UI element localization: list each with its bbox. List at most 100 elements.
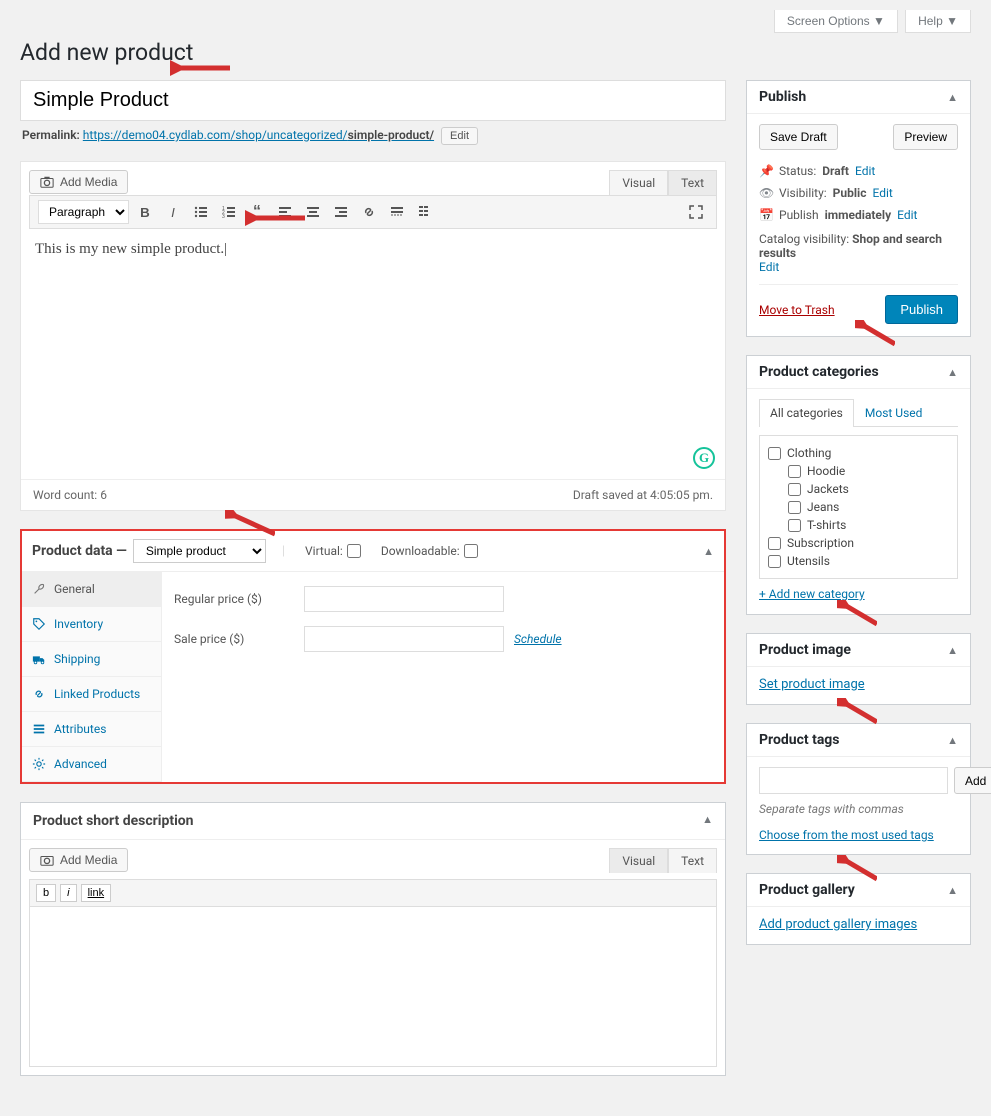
main-editor: Add Media Visual Text Paragraph B I 123 … — [20, 161, 726, 511]
editor-toolbar: Paragraph B I 123 “ — [29, 195, 717, 229]
sale-price-label: Sale price ($) — [174, 632, 304, 646]
status-edit-link[interactable]: Edit — [855, 164, 875, 178]
short-italic-button[interactable]: i — [60, 884, 76, 902]
italic-icon[interactable]: I — [161, 200, 185, 224]
format-select[interactable]: Paragraph — [38, 200, 129, 224]
help-button[interactable]: Help ▼ — [905, 10, 971, 33]
short-description-textarea[interactable] — [29, 907, 717, 1067]
link-icon — [32, 687, 46, 701]
short-link-button[interactable]: link — [81, 884, 112, 902]
toggle-icon[interactable]: ▲ — [703, 545, 714, 558]
align-left-icon[interactable] — [273, 200, 297, 224]
editor-content[interactable]: This is my new simple product.| G — [21, 229, 725, 479]
numbers-icon[interactable]: 123 — [217, 200, 241, 224]
short-description-panel: Product short description ▲ Add Media Vi… — [20, 802, 726, 1076]
tag-icon — [32, 617, 46, 631]
toggle-icon[interactable]: ▲ — [947, 91, 958, 104]
draft-saved: Draft saved at 4:05:05 pm. — [573, 488, 713, 502]
product-gallery-box: Product gallery▲ Add product gallery ima… — [746, 873, 971, 945]
camera-icon — [40, 175, 54, 189]
cat-tab-most-used[interactable]: Most Used — [854, 399, 934, 426]
set-product-image-link[interactable]: Set product image — [759, 677, 865, 692]
add-category-link[interactable]: + Add new category — [759, 587, 865, 601]
short-add-media-button[interactable]: Add Media — [29, 848, 128, 872]
camera-icon — [40, 853, 54, 867]
toggle-icon[interactable]: ▲ — [947, 734, 958, 747]
short-tab-text[interactable]: Text — [668, 848, 717, 873]
truck-icon — [32, 652, 46, 666]
page-title: Add new product — [20, 39, 971, 66]
permalink-link[interactable]: https://demo04.cydlab.com/shop/uncategor… — [83, 128, 434, 142]
regular-price-input[interactable] — [304, 586, 504, 612]
quote-icon[interactable]: “ — [245, 200, 269, 224]
visibility-edit-link[interactable]: Edit — [872, 186, 892, 200]
permalink-edit-button[interactable]: Edit — [441, 127, 478, 145]
move-to-trash-link[interactable]: Move to Trash — [759, 303, 835, 317]
tab-visual[interactable]: Visual — [609, 170, 668, 195]
tag-input[interactable] — [759, 767, 948, 794]
more-icon[interactable] — [385, 200, 409, 224]
short-bold-button[interactable]: b — [36, 884, 56, 902]
preview-button[interactable]: Preview — [893, 124, 958, 150]
tab-inventory[interactable]: Inventory — [22, 607, 161, 642]
schedule-link[interactable]: Schedule — [514, 632, 562, 646]
permalink-row: Permalink: https://demo04.cydlab.com/sho… — [22, 127, 724, 145]
choose-tags-link[interactable]: Choose from the most used tags — [759, 828, 958, 842]
category-item[interactable]: Jackets — [768, 480, 949, 498]
category-item[interactable]: T-shirts — [768, 516, 949, 534]
eye-icon: 👁 — [759, 186, 773, 200]
publish-button[interactable]: Publish — [885, 295, 958, 324]
downloadable-checkbox[interactable]: Downloadable: — [381, 544, 478, 558]
product-image-box: Product image▲ Set product image — [746, 633, 971, 705]
tab-linked-products[interactable]: Linked Products — [22, 677, 161, 712]
product-type-select[interactable]: Simple product — [133, 539, 266, 563]
category-item[interactable]: Clothing — [768, 444, 949, 462]
toggle-icon[interactable]: ▲ — [947, 884, 958, 897]
toggle-icon[interactable]: ▲ — [702, 813, 713, 829]
toolbar-toggle-icon[interactable] — [413, 200, 437, 224]
sale-price-input[interactable] — [304, 626, 504, 652]
cat-tab-all[interactable]: All categories — [759, 399, 854, 427]
grammarly-icon: G — [693, 447, 715, 469]
list-icon — [32, 722, 46, 736]
tab-general[interactable]: General — [22, 572, 161, 607]
category-item[interactable]: Utensils — [768, 552, 949, 570]
calendar-icon: 📅 — [759, 208, 773, 222]
toggle-icon[interactable]: ▲ — [947, 366, 958, 379]
tab-advanced[interactable]: Advanced — [22, 747, 161, 782]
tab-text[interactable]: Text — [668, 170, 717, 195]
bullets-icon[interactable] — [189, 200, 213, 224]
category-list: ClothingHoodieJacketsJeansT-shirtsSubscr… — [759, 435, 958, 579]
add-media-button[interactable]: Add Media — [29, 170, 128, 194]
fullscreen-icon[interactable] — [684, 200, 708, 224]
categories-box: Product categories▲ All categories Most … — [746, 355, 971, 615]
save-draft-button[interactable]: Save Draft — [759, 124, 838, 150]
tab-attributes[interactable]: Attributes — [22, 712, 161, 747]
svg-text:3: 3 — [222, 214, 225, 220]
screen-options-button[interactable]: Screen Options ▼ — [774, 10, 898, 33]
gear-icon — [32, 757, 46, 771]
pin-icon: 📌 — [759, 164, 773, 178]
add-gallery-link[interactable]: Add product gallery images — [759, 917, 917, 932]
tab-shipping[interactable]: Shipping — [22, 642, 161, 677]
wrench-icon — [32, 582, 46, 596]
category-item[interactable]: Jeans — [768, 498, 949, 516]
regular-price-label: Regular price ($) — [174, 592, 304, 606]
virtual-checkbox[interactable]: Virtual: — [305, 544, 361, 558]
bold-icon[interactable]: B — [133, 200, 157, 224]
publish-box: Publish▲ Save Draft Preview 📌Status: Dra… — [746, 80, 971, 337]
align-right-icon[interactable] — [329, 200, 353, 224]
word-count: Word count: 6 — [33, 488, 107, 502]
short-tab-visual[interactable]: Visual — [609, 848, 668, 873]
category-item[interactable]: Subscription — [768, 534, 949, 552]
align-center-icon[interactable] — [301, 200, 325, 224]
catalog-edit-link[interactable]: Edit — [759, 260, 779, 274]
add-tag-button[interactable]: Add — [954, 767, 991, 794]
tag-hint: Separate tags with commas — [759, 802, 958, 816]
schedule-edit-link[interactable]: Edit — [897, 208, 917, 222]
product-tags-box: Product tags▲ Add Separate tags with com… — [746, 723, 971, 855]
link-icon[interactable] — [357, 200, 381, 224]
category-item[interactable]: Hoodie — [768, 462, 949, 480]
toggle-icon[interactable]: ▲ — [947, 644, 958, 657]
product-title-input[interactable] — [20, 80, 726, 121]
